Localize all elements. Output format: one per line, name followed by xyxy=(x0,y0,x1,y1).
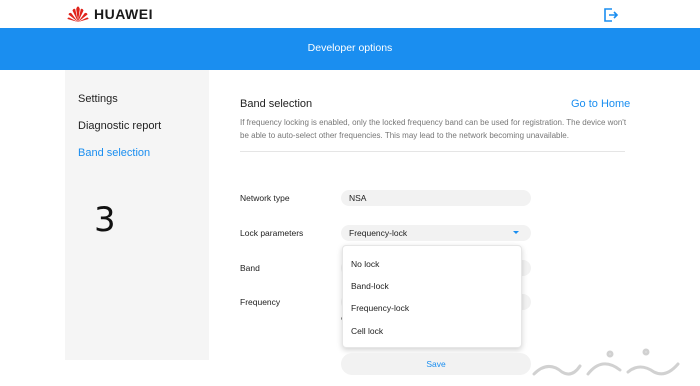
lock-parameters-select[interactable]: Frequency-lock xyxy=(341,225,531,241)
brand-name: HUAWEI xyxy=(94,6,153,22)
save-button[interactable]: Save xyxy=(341,353,531,375)
sidebar-item-settings[interactable]: Settings xyxy=(78,93,118,105)
annotation-number: 3 xyxy=(94,200,116,240)
watermark-graphic xyxy=(532,348,680,376)
option-band-lock[interactable]: Band-lock xyxy=(351,281,389,291)
section-title: Band selection xyxy=(240,98,313,110)
option-frequency-lock[interactable]: Frequency-lock xyxy=(351,303,409,313)
warning-text: If frequency locking is enabled, only th… xyxy=(240,118,627,140)
sidebar-item-band-selection[interactable]: Band selection xyxy=(78,147,150,159)
option-no-lock[interactable]: No lock xyxy=(351,259,379,269)
network-type-field: NSA xyxy=(341,190,531,206)
caret-down-icon xyxy=(513,231,519,234)
lock-parameters-label: Lock parameters xyxy=(240,228,304,238)
network-type-label: Network type xyxy=(240,193,290,203)
logout-icon[interactable] xyxy=(603,7,619,23)
page-banner: Developer options xyxy=(0,28,700,70)
lock-parameters-dropdown: No lock Band-lock Frequency-lock Cell lo… xyxy=(342,245,522,348)
option-cell-lock[interactable]: Cell lock xyxy=(351,326,383,336)
huawei-logo xyxy=(67,6,89,22)
page-title: Developer options xyxy=(307,42,393,54)
lock-parameters-value: Frequency-lock xyxy=(349,228,408,238)
network-type-value: NSA xyxy=(349,193,367,203)
frequency-label: Frequency xyxy=(240,297,281,307)
divider xyxy=(240,151,625,152)
top-bar: HUAWEI xyxy=(0,0,700,28)
go-home-link[interactable]: Go to Home xyxy=(571,98,630,110)
band-label: Band xyxy=(240,263,260,273)
sidebar: Settings Diagnostic report Band selectio… xyxy=(65,70,209,360)
sidebar-item-diagnostic-report[interactable]: Diagnostic report xyxy=(78,120,161,132)
